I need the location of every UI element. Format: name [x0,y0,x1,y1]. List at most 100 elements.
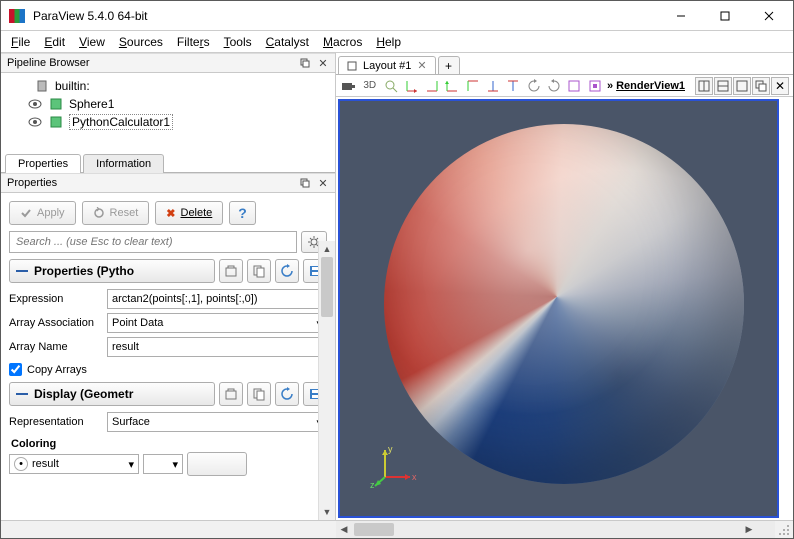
tab-properties[interactable]: Properties [5,154,81,173]
copy-arrays-checkbox[interactable] [9,363,22,376]
pipeline-float-icon[interactable] [297,55,313,71]
pipeline-tree[interactable]: builtin: Sphere1 PythonCalculator1 [1,73,335,149]
coloring-heading: Coloring [11,438,325,450]
coloring-unknown-button[interactable] [187,452,247,476]
menu-tools[interactable]: Tools [224,35,252,49]
delete-button[interactable]: ✖Delete [155,201,223,225]
restore-view-icon[interactable] [752,77,770,95]
menu-file[interactable]: File [11,35,30,49]
restore-defaults-icon[interactable] [219,259,243,283]
menu-macros[interactable]: Macros [323,35,362,49]
axis-nz-icon[interactable] [505,77,521,95]
pipeline-item-label: builtin: [55,79,90,93]
representation-select[interactable]: Surface▾ [107,412,327,432]
pipeline-item-pycalc[interactable]: PythonCalculator1 [7,113,329,131]
statusbar: ◀ ▶ [1,520,793,538]
filter-icon [49,115,63,129]
axis-pz-icon[interactable] [485,77,501,95]
copy-icon[interactable] [247,382,271,406]
sphere-rendering [384,124,744,484]
svg-text:x: x [412,472,417,482]
restore-defaults-icon[interactable] [219,382,243,406]
maximize-view-icon[interactable] [733,77,751,95]
server-icon [35,79,49,93]
axis-py-icon[interactable] [444,77,460,95]
array-assoc-select[interactable]: Point Data▾ [107,313,327,333]
minimize-button[interactable] [659,2,703,30]
menu-catalyst[interactable]: Catalyst [266,35,309,49]
expression-label: Expression [9,293,103,305]
pipeline-title: Pipeline Browser [7,57,90,69]
mode-3d-button[interactable]: 3D [360,77,379,95]
split-v-icon[interactable] [714,77,732,95]
axis-nx-icon[interactable] [424,77,440,95]
tab-information[interactable]: Information [83,154,164,173]
array-name-label: Array Name [9,341,103,353]
apply-button[interactable]: Apply [9,201,76,225]
pipeline-item-sphere[interactable]: Sphere1 [7,95,329,113]
left-tabs: Properties Information [1,149,335,173]
menu-view[interactable]: View [79,35,105,49]
properties-title: Properties [7,177,57,189]
pipeline-item-builtin[interactable]: builtin: [7,77,329,95]
visibility-icon[interactable] [27,96,43,112]
coloring-array-select[interactable]: •result▾ [9,454,139,474]
add-layout-button[interactable]: + [438,56,460,74]
properties-close-icon[interactable]: ✕ [315,175,331,191]
axis-px-icon[interactable] [403,77,419,95]
layout-icon [347,61,357,71]
zoom-fit-icon[interactable] [566,77,582,95]
search-input[interactable] [9,231,297,253]
tab-close-icon[interactable]: ✕ [417,59,426,72]
help-button[interactable]: ? [229,201,256,225]
rotate-cw-icon[interactable] [526,77,542,95]
pipeline-item-label: Sphere1 [69,97,114,111]
reload-icon[interactable] [275,382,299,406]
rotate-ccw-icon[interactable] [546,77,562,95]
pipeline-close-icon[interactable]: ✕ [315,55,331,71]
layout-tabs: Layout #1✕ + [336,53,793,75]
resize-grip[interactable] [775,521,793,538]
renderview-label: »RenderView1 [607,80,685,92]
visibility-icon[interactable] [27,114,43,130]
menu-filters[interactable]: Filters [177,35,210,49]
representation-label: Representation [9,416,103,428]
split-h-icon[interactable] [695,77,713,95]
titlebar: ParaView 5.4.0 64-bit [1,1,793,31]
visibility-icon[interactable] [13,78,29,94]
section-display[interactable]: Display (Geometr [9,382,215,406]
render-view[interactable]: x y z [338,99,779,518]
window-title: ParaView 5.4.0 64-bit [33,9,659,23]
menu-help[interactable]: Help [376,35,401,49]
copy-icon[interactable] [247,259,271,283]
svg-text:y: y [388,444,393,454]
properties-panel: Apply Reset ✖Delete ? Properties (Pytho [1,193,335,520]
lens-icon[interactable] [383,77,399,95]
maximize-button[interactable] [703,2,747,30]
pipeline-item-label: PythonCalculator1 [69,114,173,130]
copy-arrays-label: Copy Arrays [27,364,87,376]
layout-tab-1[interactable]: Layout #1✕ [338,56,436,74]
zoom-data-icon[interactable] [587,77,603,95]
orientation-axes: x y z [370,442,420,492]
array-name-input[interactable] [107,337,327,357]
camera-icon[interactable] [340,77,356,95]
point-data-icon: • [14,457,28,471]
section-properties[interactable]: Properties (Pytho [9,259,215,283]
viewport-toolbar: 3D »RenderView1 ✕ [336,75,793,97]
properties-float-icon[interactable] [297,175,313,191]
coloring-component-select[interactable]: ▾ [143,454,183,474]
reload-icon[interactable] [275,259,299,283]
close-view-icon[interactable]: ✕ [771,77,789,95]
render-area: x y z [336,97,793,520]
close-button[interactable] [747,2,791,30]
app-window: ParaView 5.4.0 64-bit File Edit View Sou… [0,0,794,539]
h-scrollbar[interactable]: ◀ ▶ [336,521,775,538]
axis-ny-icon[interactable] [465,77,481,95]
app-icon [9,9,25,23]
properties-vscrollbar[interactable]: ▲ ▼ [318,241,335,520]
expression-input[interactable] [107,289,327,309]
reset-button[interactable]: Reset [82,201,150,225]
menu-edit[interactable]: Edit [44,35,65,49]
menu-sources[interactable]: Sources [119,35,163,49]
